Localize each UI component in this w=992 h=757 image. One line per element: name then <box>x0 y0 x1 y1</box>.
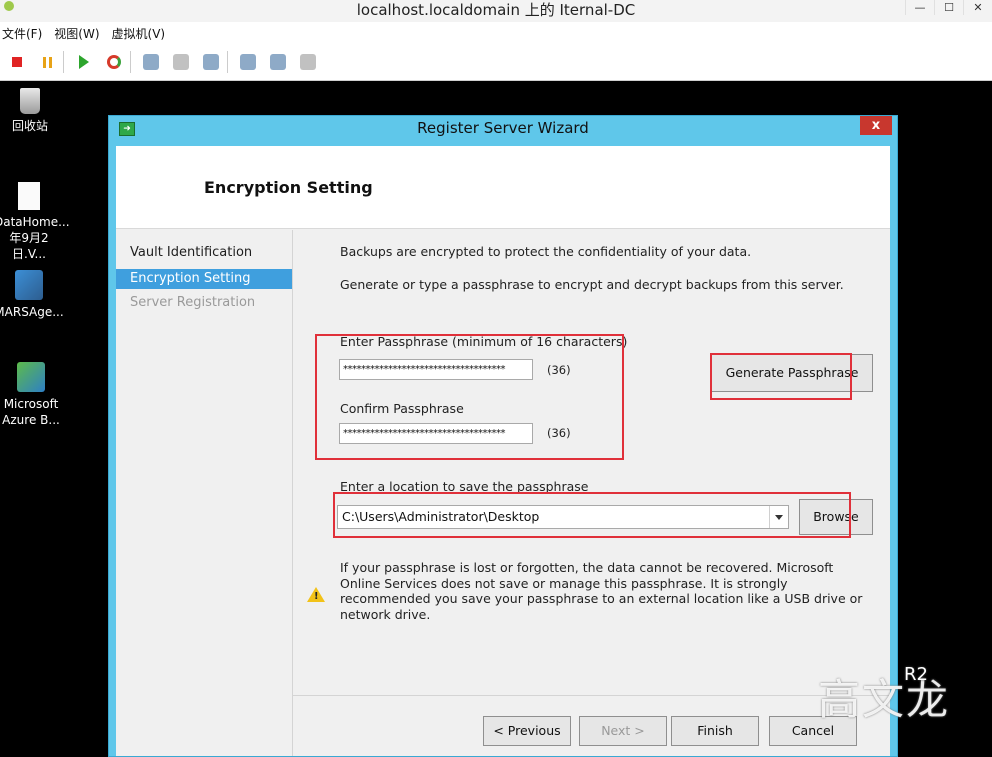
step-vault-identification[interactable]: Vault Identification <box>116 243 292 263</box>
generate-highlight-box <box>710 353 852 400</box>
desktop-icon-azure-backup[interactable]: Microsoft Azure B... <box>0 362 66 428</box>
stop-button[interactable] <box>4 49 30 75</box>
warning-exclamation: ! <box>314 591 319 602</box>
watermark-superscript: R2 <box>904 664 928 685</box>
host-window-title: localhost.localdomain 上的 Iternal-DC <box>356 1 636 19</box>
desktop-icon-recycle-bin[interactable]: 回收站 <box>0 88 65 134</box>
reset-button[interactable] <box>101 49 127 75</box>
edit-settings-icon <box>240 54 256 70</box>
manage-snapshots-button[interactable] <box>198 49 224 75</box>
cd-drive-button[interactable] <box>265 49 291 75</box>
location-highlight-box <box>333 492 851 538</box>
desktop-icon-label: Microsoft <box>3 397 59 411</box>
warning-line: network drive. <box>340 606 431 622</box>
manage-snapshots-icon <box>203 54 219 70</box>
mars-agent-icon <box>15 270 43 300</box>
edit-settings-button[interactable] <box>235 49 261 75</box>
reset-icon <box>107 55 121 69</box>
page-title: Encryption Setting <box>204 178 373 197</box>
pause-button[interactable] <box>34 49 60 75</box>
floppy-icon <box>300 54 316 70</box>
footer-divider <box>293 695 890 696</box>
host-window-controls: — ☐ ✕ <box>905 0 992 16</box>
host-title-bar: localhost.localdomain 上的 Iternal-DC — ☐ … <box>0 0 992 23</box>
recycle-bin-icon <box>20 88 40 114</box>
warning-line: If your passphrase is lost or forgotten,… <box>340 560 834 575</box>
dialog-close-button[interactable]: x <box>860 116 892 135</box>
azure-backup-icon <box>17 362 45 392</box>
desktop-icon-mars-agent[interactable]: MARSAge... <box>0 270 64 320</box>
toolbar-separator <box>227 51 228 73</box>
menu-file[interactable]: 文件(F) <box>0 25 48 42</box>
cd-drive-icon <box>270 54 286 70</box>
toolbar-separator <box>63 51 64 73</box>
host-menu-bar: 文件(F) 视图(W) 虚拟机(V) <box>0 22 992 44</box>
play-button[interactable] <box>71 49 97 75</box>
snapshot-icon <box>143 54 159 70</box>
desktop-icon-label: DataHome... <box>0 215 70 229</box>
next-button: Next > <box>579 716 667 746</box>
wizard-steps: Vault Identification Encryption Setting … <box>116 230 293 756</box>
pause-icon <box>42 56 52 68</box>
document-icon <box>18 182 40 210</box>
dialog-title: Register Server Wizard <box>417 119 589 137</box>
close-button[interactable]: ✕ <box>963 0 992 15</box>
host-toolbar <box>0 44 992 81</box>
snapshot-button[interactable] <box>138 49 164 75</box>
menu-vm[interactable]: 虚拟机(V) <box>110 25 172 42</box>
intro-text: Backups are encrypted to protect the con… <box>340 244 752 259</box>
author-watermark: 高文龙 <box>818 675 951 724</box>
toolbar-separator <box>130 51 131 73</box>
wizard-header: Encryption Setting <box>116 146 890 229</box>
desktop-icon-label-line2: Azure B... <box>2 413 60 427</box>
warning-line: Online Services does not save or manage … <box>340 575 788 591</box>
desktop-icon-label-line2: 年9月2日.V... <box>9 231 49 261</box>
passphrase-highlight-box <box>315 334 624 460</box>
play-icon <box>79 55 89 69</box>
stop-icon <box>12 57 22 67</box>
desktop-icon-datahome[interactable]: DataHome... 年9月2日.V... <box>0 182 70 262</box>
warning-text: If your passphrase is lost or forgotten,… <box>340 560 862 622</box>
step-server-registration: Server Registration <box>130 295 256 310</box>
desktop-icon-label: 回收站 <box>11 119 48 133</box>
intro-text-2: Generate or type a passphrase to encrypt… <box>340 277 844 292</box>
minimize-button[interactable]: — <box>905 0 934 15</box>
maximize-button[interactable]: ☐ <box>934 0 963 15</box>
finish-button[interactable]: Finish <box>671 716 759 746</box>
previous-button[interactable]: < Previous <box>483 716 571 746</box>
menu-view[interactable]: 视图(W) <box>52 25 105 42</box>
floppy-button[interactable] <box>295 49 321 75</box>
warning-line: recommended you save your passphrase to … <box>340 591 863 606</box>
step-encryption-setting[interactable]: Encryption Setting <box>116 269 292 289</box>
revert-icon <box>173 54 189 70</box>
revert-button[interactable] <box>168 49 194 75</box>
desktop-icon-label: MARSAge... <box>0 305 64 319</box>
